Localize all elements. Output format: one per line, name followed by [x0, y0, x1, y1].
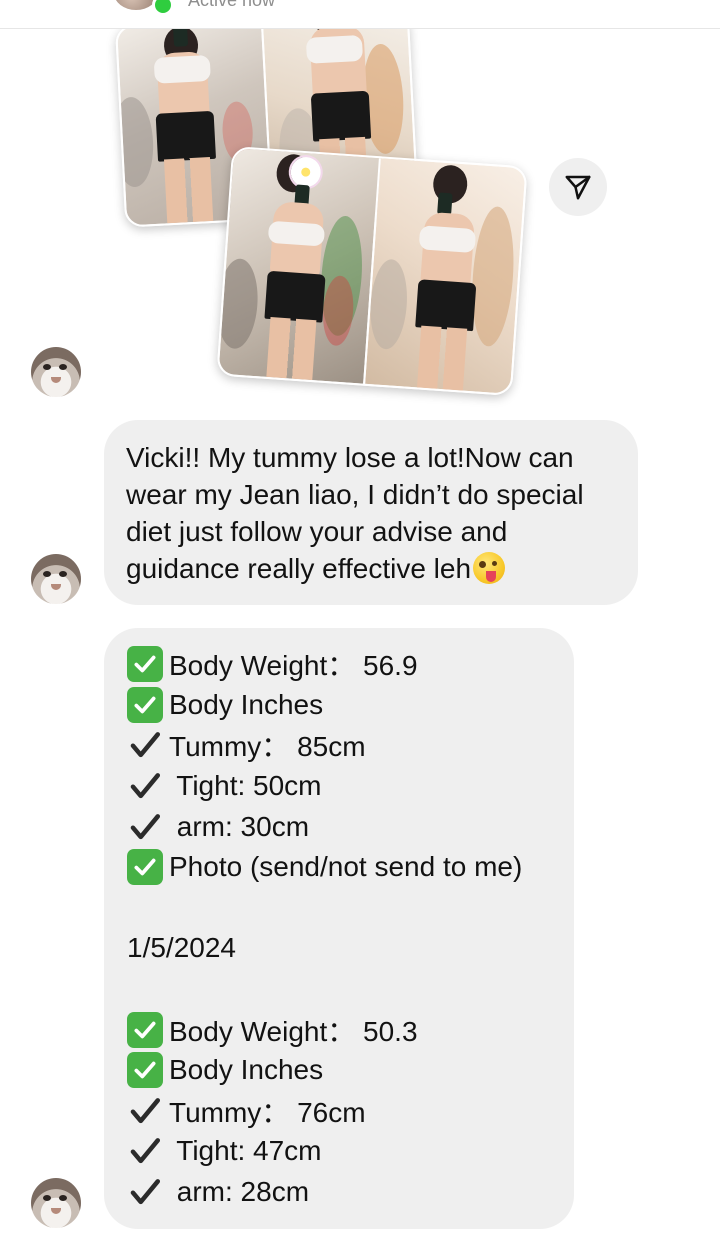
winking-face-emoji-icon	[473, 552, 506, 584]
checklist-line: Tight: 47cm	[127, 1131, 564, 1172]
check-mark-icon	[127, 1093, 163, 1129]
contact-avatar[interactable]	[31, 554, 81, 604]
chat-header: Active now	[0, 0, 720, 29]
message-bubble[interactable]: Vicki!! My tummy lose a lot!Now can wear…	[104, 420, 638, 605]
checklist-line	[127, 888, 564, 929]
photo-pane	[218, 148, 379, 384]
green-check-box-icon	[127, 1052, 163, 1089]
checklist-line: arm: 28cm	[127, 1172, 564, 1213]
checklist-line-text: 1/5/2024	[127, 932, 236, 964]
checklist-line-text: Body Weight： 56.9	[169, 650, 418, 682]
check-mark-icon	[127, 1174, 163, 1210]
check-mark-icon	[127, 727, 163, 763]
progress-photo-after[interactable]	[216, 145, 528, 397]
checklist-line	[127, 969, 564, 1010]
checklist-line: 1/5/2024	[127, 928, 564, 969]
green-check-box-icon	[127, 849, 163, 886]
send-icon	[565, 175, 591, 200]
checklist-line: Photo (send/not send to me)	[127, 847, 564, 888]
checklist-line-text: Tight: 50cm	[169, 770, 322, 802]
green-check-box-icon	[127, 686, 163, 723]
checklist-line-text: arm: 28cm	[169, 1176, 310, 1208]
check-mark-icon	[127, 809, 163, 845]
checklist-line: Tummy： 85cm	[127, 725, 564, 766]
checklist-line: Body Inches	[127, 1050, 564, 1091]
active-status-dot	[152, 0, 174, 16]
message-text: Vicki!! My tummy lose a lot!Now can wear…	[126, 442, 584, 584]
checklist: Body Weight： 56.9 Body Inches Tummy： 85cm …	[127, 644, 564, 1212]
contact-avatar[interactable]	[31, 347, 81, 397]
checklist-line-text: Tummy： 76cm	[169, 1096, 366, 1128]
checklist-line: Body Weight： 50.3	[127, 1009, 564, 1050]
green-check-box-icon	[127, 646, 163, 683]
photo-pane	[363, 158, 526, 394]
check-mark-icon	[127, 768, 163, 804]
green-check-box-icon	[127, 1011, 163, 1048]
checklist-line: Body Weight： 56.9	[127, 644, 564, 685]
share-button[interactable]	[549, 158, 607, 216]
checklist-line: arm: 30cm	[127, 806, 564, 847]
checklist-line-text: Tummy： 85cm	[169, 731, 366, 763]
contact-avatar[interactable]	[31, 1178, 81, 1228]
checklist-line-text: Body Inches	[169, 688, 324, 720]
check-mark-icon	[127, 1133, 163, 1169]
checklist-line-text: Body Inches	[169, 1054, 324, 1086]
checklist-line: Tight: 50cm	[127, 766, 564, 807]
active-status-text: Active now	[188, 0, 276, 10]
checklist-line-text: Tight: 47cm	[169, 1135, 322, 1167]
checklist-line-text: arm: 30cm	[169, 810, 310, 842]
message-bubble-checklist[interactable]: Body Weight： 56.9 Body Inches Tummy： 85cm …	[104, 628, 574, 1229]
checklist-line-text: Photo (send/not send to me)	[169, 851, 523, 883]
checklist-line-text: Body Weight： 50.3	[169, 1015, 418, 1047]
checklist-line: Tummy： 76cm	[127, 1091, 564, 1132]
checklist-line: Body Inches	[127, 685, 564, 726]
